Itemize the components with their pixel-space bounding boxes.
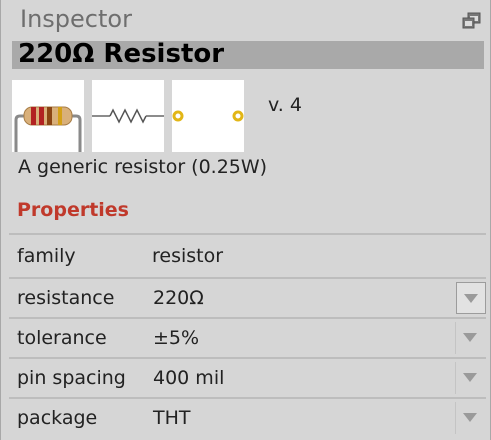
part-title: 220Ω Resistor	[12, 41, 484, 69]
dropdown-value: ±5%	[153, 327, 200, 349]
pin-spacing-dropdown[interactable]: 400 mil	[149, 362, 486, 394]
property-row-pin-spacing: pin spacing 400 mil	[9, 357, 486, 397]
breadboard-view-image[interactable]	[12, 80, 84, 152]
dropdown-value: 400 mil	[153, 367, 225, 389]
properties-heading: Properties	[17, 199, 129, 221]
property-name: family	[17, 245, 76, 267]
resistor-breadboard-icon	[14, 106, 82, 152]
property-name: tolerance	[17, 327, 107, 349]
property-name: pin spacing	[17, 367, 126, 389]
resistance-dropdown[interactable]: 220Ω	[149, 282, 486, 314]
chevron-down-icon[interactable]	[455, 322, 486, 354]
property-row-family: family resistor	[9, 233, 486, 277]
chevron-down-icon[interactable]	[455, 402, 486, 434]
resistor-schematic-icon	[92, 108, 164, 124]
float-window-icon[interactable]	[462, 12, 482, 30]
inspector-panel: Inspector 220Ω Resistor v. 4 A generic r…	[0, 0, 491, 440]
property-value: resistor	[152, 245, 224, 267]
dropdown-value: 220Ω	[153, 287, 204, 309]
property-row-package: package THT	[9, 397, 486, 437]
properties-table: family resistor resistance 220Ω toleranc…	[9, 233, 486, 437]
tolerance-dropdown[interactable]: ±5%	[149, 322, 486, 354]
property-row-tolerance: tolerance ±5%	[9, 317, 486, 357]
property-name: resistance	[17, 287, 115, 309]
resistor-pcb-icon	[172, 110, 244, 122]
chevron-down-icon[interactable]	[456, 282, 486, 314]
dropdown-value: THT	[153, 407, 191, 429]
package-dropdown[interactable]: THT	[149, 402, 486, 434]
chevron-down-icon[interactable]	[455, 362, 486, 394]
pcb-view-image[interactable]	[172, 80, 244, 152]
part-version: v. 4	[268, 94, 302, 116]
inspector-titlebar: Inspector	[1, 0, 490, 40]
part-description: A generic resistor (0.25W)	[18, 156, 268, 178]
property-name: package	[17, 407, 98, 429]
inspector-title: Inspector	[20, 5, 132, 33]
property-row-resistance: resistance 220Ω	[9, 277, 486, 317]
schematic-view-image[interactable]	[92, 80, 164, 152]
